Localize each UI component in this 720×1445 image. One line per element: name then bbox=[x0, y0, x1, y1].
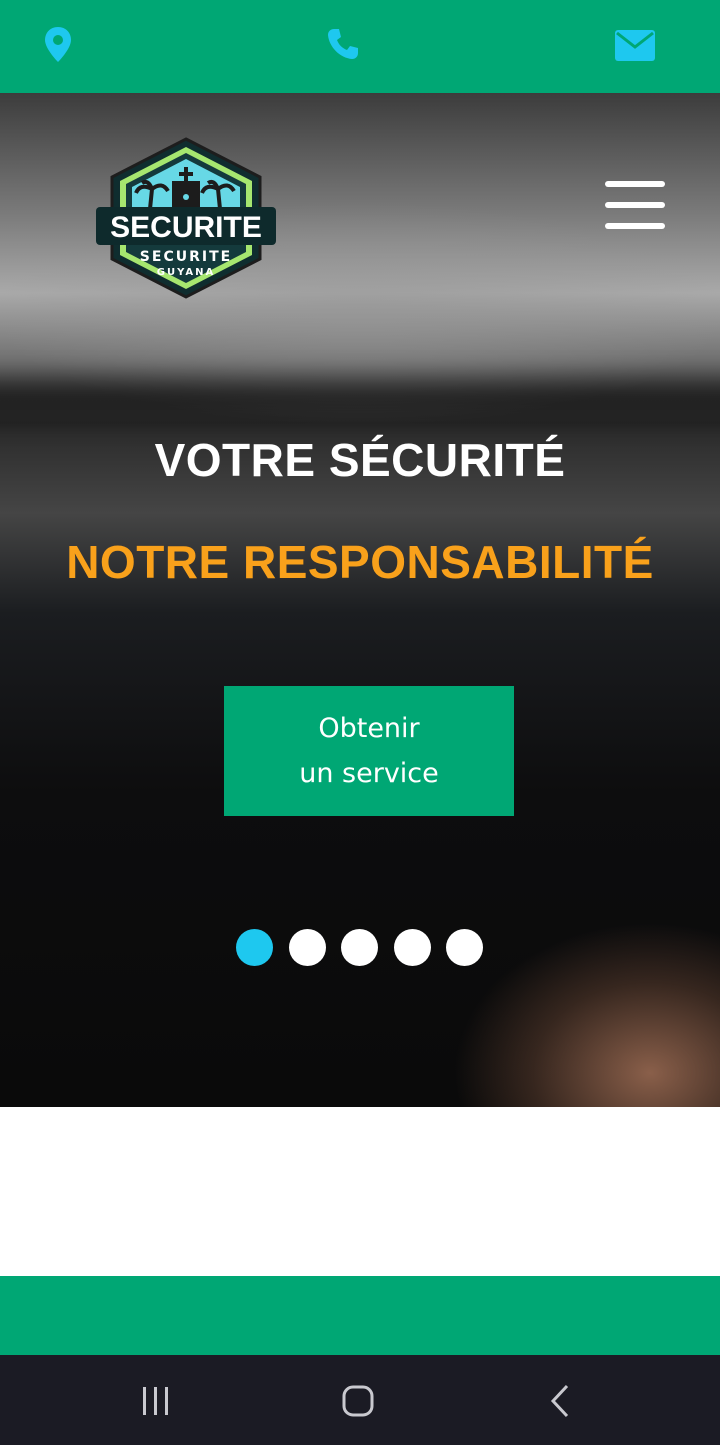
footer-bar bbox=[0, 1276, 720, 1355]
hero-title-line2: NOTRE RESPONSABILITÉ bbox=[66, 536, 654, 588]
hero-title-line1: VOTRE SÉCURITÉ bbox=[154, 434, 566, 486]
hero-banner: SECURITE SECURITE GUYANA VOTRE SÉCURITÉ … bbox=[0, 93, 720, 1107]
top-contact-bar bbox=[0, 0, 720, 93]
slide-dot-1[interactable] bbox=[236, 929, 273, 966]
logo-wordmark: SECURITE bbox=[110, 211, 262, 244]
hero-background-blur bbox=[0, 363, 720, 433]
slider-pagination bbox=[236, 929, 496, 967]
envelope-icon[interactable] bbox=[615, 30, 655, 65]
cta-label-line1: Obtenir bbox=[318, 713, 420, 744]
back-icon[interactable] bbox=[548, 1383, 572, 1423]
cta-label-line2: un service bbox=[299, 758, 439, 789]
logo-region: GUYANA bbox=[157, 267, 215, 278]
logo-subtitle: SECURITE bbox=[140, 249, 232, 265]
get-service-button[interactable]: Obtenir un service bbox=[224, 686, 514, 816]
slide-dot-3[interactable] bbox=[341, 929, 378, 966]
recent-apps-icon[interactable] bbox=[140, 1385, 172, 1421]
location-pin-icon[interactable] bbox=[44, 26, 72, 68]
brand-logo[interactable]: SECURITE SECURITE GUYANA bbox=[92, 137, 280, 299]
slide-dot-4[interactable] bbox=[394, 929, 431, 966]
home-icon[interactable] bbox=[341, 1384, 375, 1422]
phone-icon[interactable] bbox=[326, 27, 360, 65]
slide-dot-5[interactable] bbox=[446, 929, 483, 966]
hamburger-menu-icon[interactable] bbox=[603, 181, 667, 231]
slide-dot-2[interactable] bbox=[289, 929, 326, 966]
android-navigation-bar bbox=[0, 1355, 720, 1445]
content-area bbox=[0, 1107, 720, 1276]
